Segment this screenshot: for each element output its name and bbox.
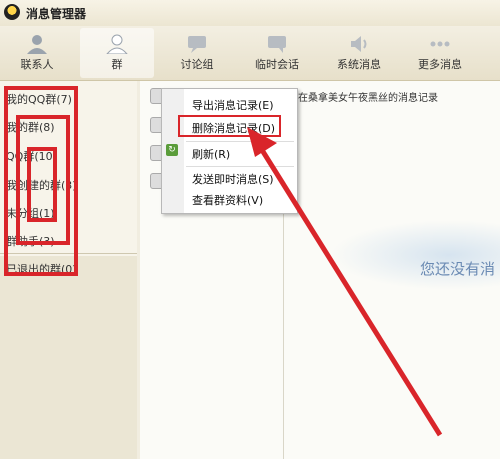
tab-contacts[interactable]: 联系人 [0,28,74,78]
tab-system-messages[interactable]: 系统消息 [322,28,396,78]
refresh-icon: ↻ [166,144,178,156]
annotation-frame-inner [27,147,57,222]
speaker-icon [351,36,367,52]
menu-item-export-records[interactable]: 导出消息记录(E) [192,97,274,113]
tab-discussion[interactable]: 讨论组 [160,28,234,78]
context-menu: 导出消息记录(E) 删除消息记录(D) ↻ 刷新(R) 发送即时消息(S) 查看… [161,88,298,214]
menu-item-view-group-info[interactable]: 查看群资料(V) [192,192,263,208]
menu-separator [186,166,294,167]
qq-penguin-icon [4,4,20,20]
title-bar: 消息管理器 [0,0,500,26]
tab-groups[interactable]: 群 [80,28,154,78]
panel-divider [283,195,284,459]
discussion-icon [188,36,206,53]
message-preview: 在桑拿美女午夜黑丝的消息记录 [298,93,438,104]
window-title: 消息管理器 [26,7,87,21]
tab-more-messages[interactable]: 更多消息 [403,28,477,78]
highlight-box-delete [178,115,281,137]
more-dots-icon [430,41,450,47]
contact-person-icon [27,35,47,54]
background-watermark [330,220,500,290]
menu-item-refresh[interactable]: 刷新(R) [192,146,230,162]
menu-item-send-instant-message[interactable]: 发送即时消息(S) [192,171,274,187]
temp-chat-icon [268,36,286,53]
group-icon [106,34,128,54]
empty-state-text: 您还没有消 [420,260,496,278]
toolbar: 联系人 群 讨论组 临时会话 系统消息 更多消息 [0,26,500,81]
menu-separator [186,141,294,142]
tab-temp-session[interactable]: 临时会话 [240,28,314,78]
